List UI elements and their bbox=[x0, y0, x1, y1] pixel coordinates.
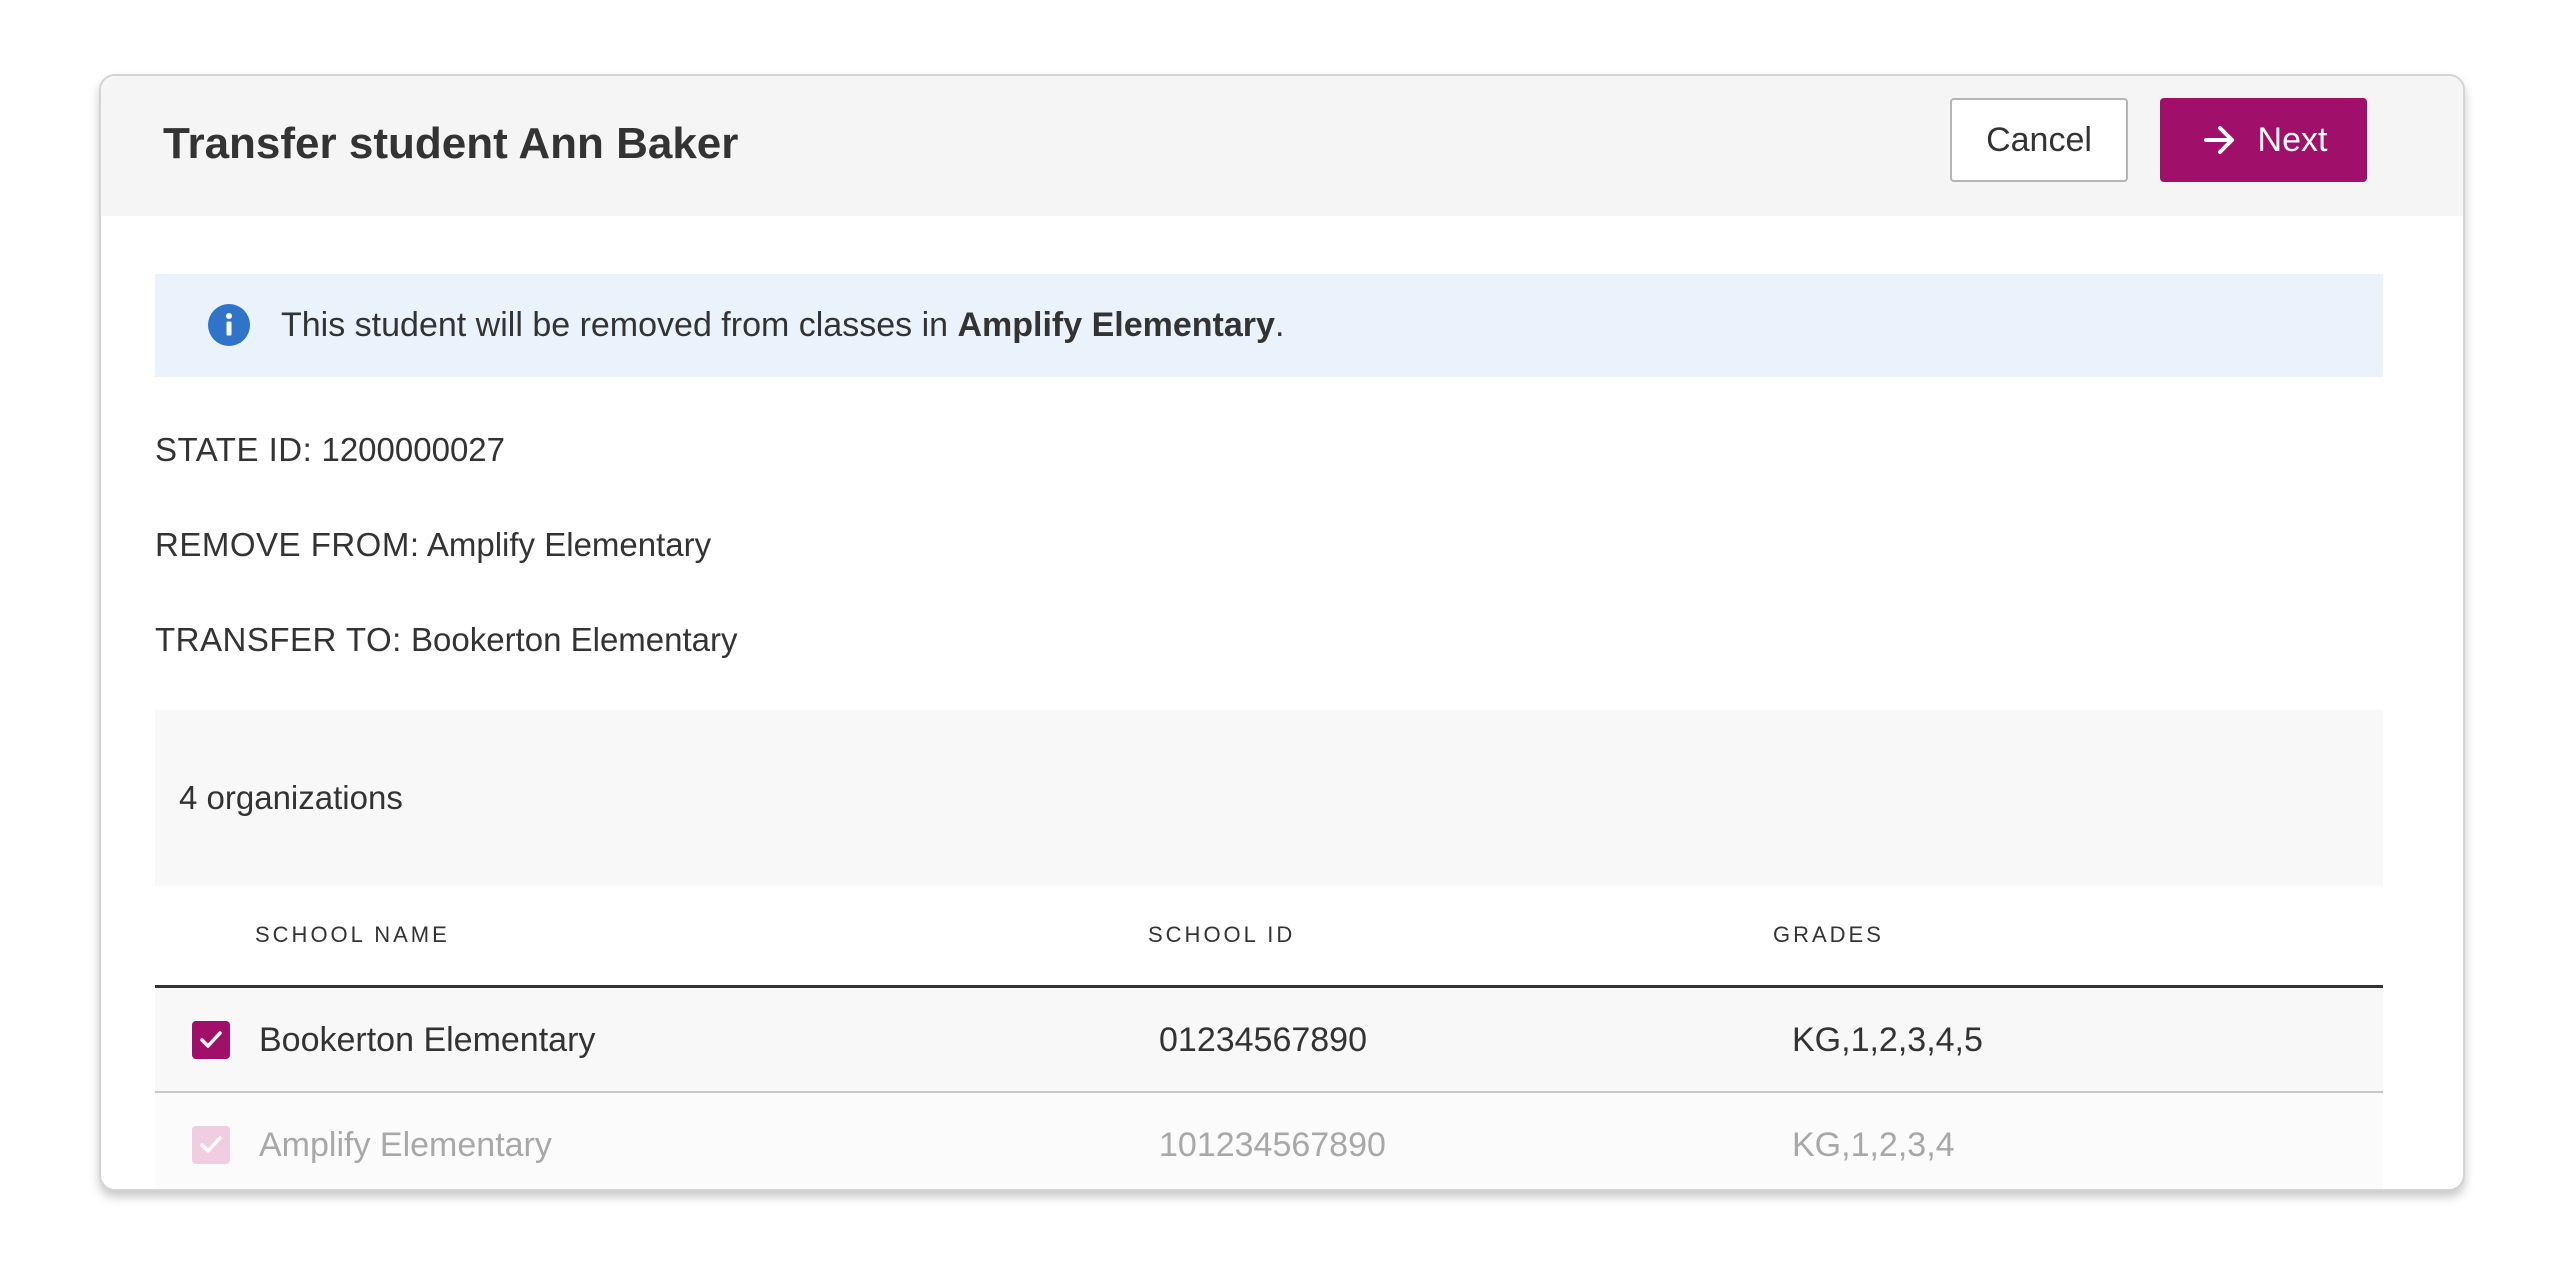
checkmark-icon bbox=[200, 1031, 222, 1048]
state-id-label: STATE ID: bbox=[155, 431, 313, 468]
transfer-student-modal: Transfer student Ann Baker Cancel Next T… bbox=[99, 74, 2465, 1191]
remove-from-label: REMOVE FROM: bbox=[155, 526, 420, 563]
remove-from-row: REMOVE FROM: Amplify Elementary bbox=[155, 522, 711, 568]
checkmark-icon bbox=[200, 1136, 222, 1153]
remove-from-value: Amplify Elementary bbox=[426, 526, 712, 563]
info-banner-text: This student will be removed from classe… bbox=[281, 306, 1285, 344]
school-id-cell: 101234567890 bbox=[1159, 1126, 1386, 1164]
transfer-to-row: TRANSFER TO: Bookerton Elementary bbox=[155, 617, 738, 663]
state-id-value: 1200000027 bbox=[321, 431, 505, 468]
column-header-school-name[interactable]: SCHOOL NAME bbox=[255, 922, 450, 948]
school-name-cell: Bookerton Elementary bbox=[259, 1021, 596, 1059]
info-banner: This student will be removed from classe… bbox=[155, 274, 2383, 377]
transfer-to-label: TRANSFER TO: bbox=[155, 621, 402, 658]
organizations-panel: 4 organizations bbox=[155, 710, 2383, 886]
next-button-label: Next bbox=[2257, 120, 2328, 159]
info-banner-school: Amplify Elementary bbox=[957, 306, 1275, 344]
school-name-cell: Amplify Elementary bbox=[259, 1126, 552, 1164]
organizations-table: SCHOOL NAME SCHOOL ID GRADES Bookerton E… bbox=[155, 886, 2383, 1189]
modal-header: Transfer student Ann Baker Cancel Next bbox=[101, 76, 2463, 216]
next-button[interactable]: Next bbox=[2160, 98, 2367, 182]
cancel-button-label: Cancel bbox=[1986, 120, 2092, 159]
row-checkbox[interactable] bbox=[192, 1021, 230, 1059]
info-icon bbox=[208, 304, 250, 346]
arrow-right-icon bbox=[2203, 126, 2234, 154]
modal-title: Transfer student Ann Baker bbox=[163, 119, 739, 168]
school-id-cell: 01234567890 bbox=[1159, 1021, 1368, 1059]
cancel-button[interactable]: Cancel bbox=[1950, 98, 2128, 182]
column-header-grades[interactable]: GRADES bbox=[1773, 922, 1884, 948]
column-header-school-id[interactable]: SCHOOL ID bbox=[1148, 922, 1295, 948]
row-checkbox bbox=[192, 1126, 230, 1164]
table-row: Amplify Elementary 101234567890 KG,1,2,3… bbox=[155, 1093, 2383, 1189]
table-header: SCHOOL NAME SCHOOL ID GRADES bbox=[155, 886, 2383, 988]
state-id-row: STATE ID: 1200000027 bbox=[155, 427, 505, 473]
grades-cell: KG,1,2,3,4 bbox=[1792, 1126, 1955, 1164]
transfer-to-value: Bookerton Elementary bbox=[411, 621, 738, 658]
organizations-count: 4 organizations bbox=[179, 779, 403, 816]
table-row[interactable]: Bookerton Elementary 01234567890 KG,1,2,… bbox=[155, 988, 2383, 1093]
grades-cell: KG,1,2,3,4,5 bbox=[1792, 1021, 1983, 1059]
